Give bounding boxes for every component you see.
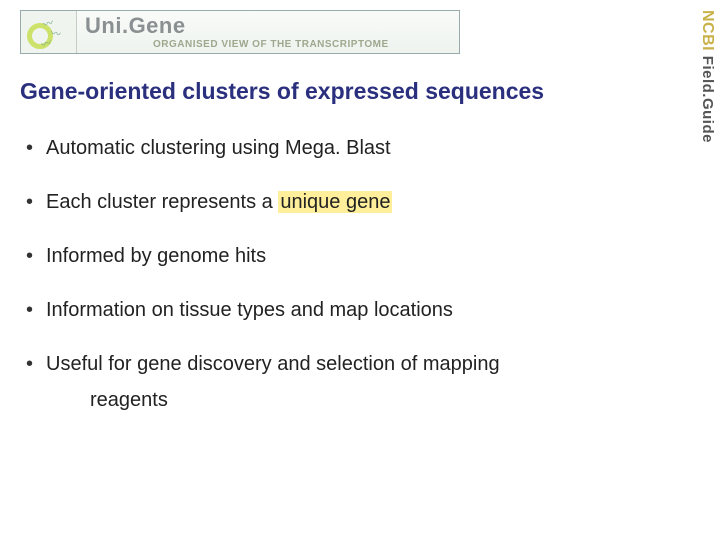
slide-title: Gene-oriented clusters of expressed sequ… <box>20 78 690 105</box>
list-item: Informed by genome hits <box>46 243 690 269</box>
side-label-bold: NCBI <box>699 10 716 51</box>
bullet-line1: Useful for gene discovery and selection … <box>46 353 500 375</box>
brand-name: Uni.Gene <box>85 15 459 37</box>
brand-suffix: Gene <box>129 13 186 38</box>
list-item: Automatic clustering using Mega. Blast <box>46 135 690 161</box>
side-label-rest: Field.Guide <box>699 51 716 143</box>
list-item: Each cluster represents a unique gene <box>46 189 690 215</box>
bullet-line2: reagents <box>46 387 690 413</box>
bullet-text-pre: Each cluster represents a <box>46 191 278 213</box>
bullet-list: Automatic clustering using Mega. Blast E… <box>20 135 690 413</box>
list-item: Information on tissue types and map loca… <box>46 297 690 323</box>
brand-prefix: Uni. <box>85 13 129 38</box>
highlighted-phrase: unique gene <box>278 191 392 213</box>
banner-tagline: ORGANISED VIEW OF THE TRANSCRIPTOME <box>85 39 459 50</box>
slide: 〰 〰 〰 Uni.Gene ORGANISED VIEW OF THE TRA… <box>0 0 720 540</box>
side-label: NCBI Field.Guide <box>698 10 716 143</box>
banner-text: Uni.Gene ORGANISED VIEW OF THE TRANSCRIP… <box>77 15 459 50</box>
unigene-banner: 〰 〰 〰 Uni.Gene ORGANISED VIEW OF THE TRA… <box>20 10 460 54</box>
list-item: Useful for gene discovery and selection … <box>46 351 690 413</box>
unigene-logo-icon: 〰 〰 〰 <box>21 11 77 53</box>
